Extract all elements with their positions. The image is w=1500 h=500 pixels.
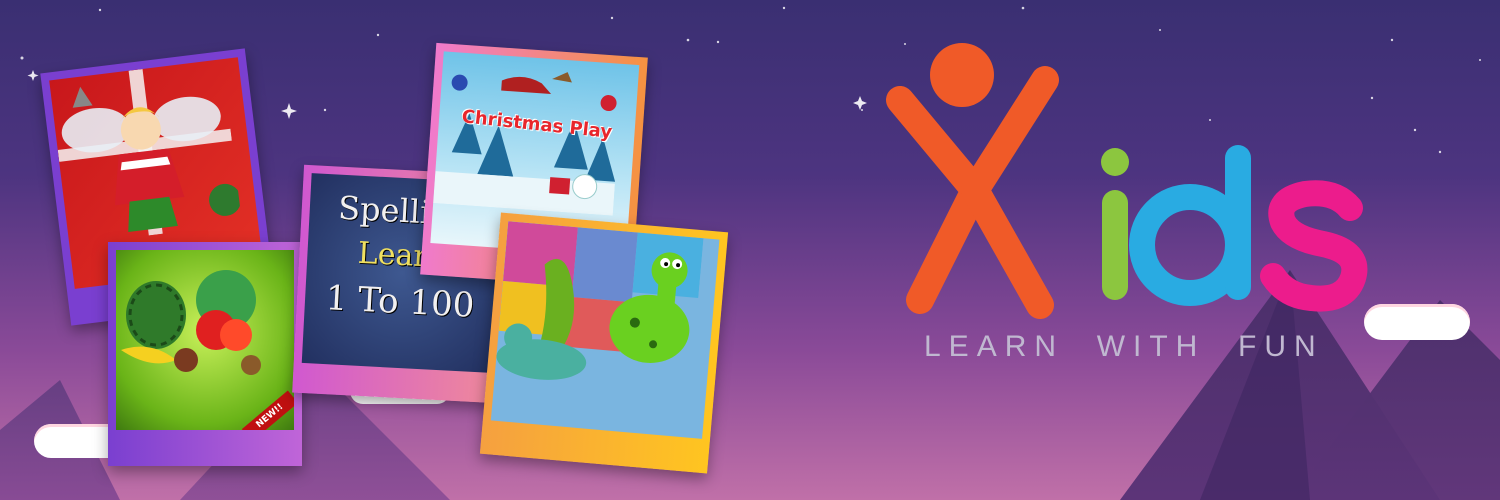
dinosaur-illustration — [496, 221, 704, 380]
kids-logo — [886, 43, 1368, 319]
spelling-range: 1 To 100 — [324, 278, 476, 326]
letter-d — [1129, 145, 1251, 306]
game-card-dinosaur-puzzle[interactable] — [479, 212, 729, 474]
new-badge: NEW!! — [242, 390, 294, 430]
game-card-vegetables[interactable]: NEW!! — [108, 242, 302, 466]
banner: NEW!! Spelling Learn 1 To 100 Christmas … — [0, 0, 1500, 500]
letter-s — [1260, 180, 1368, 312]
vegetables-artwork: NEW!! — [116, 250, 294, 430]
letter-i — [1101, 148, 1129, 300]
tagline: LEARN WITH FUN — [924, 330, 1324, 363]
fairy-illustration — [57, 69, 242, 236]
dinosaur-artwork — [490, 221, 720, 439]
vegetables-illustration — [121, 270, 261, 375]
k-figure-icon — [886, 43, 1059, 319]
